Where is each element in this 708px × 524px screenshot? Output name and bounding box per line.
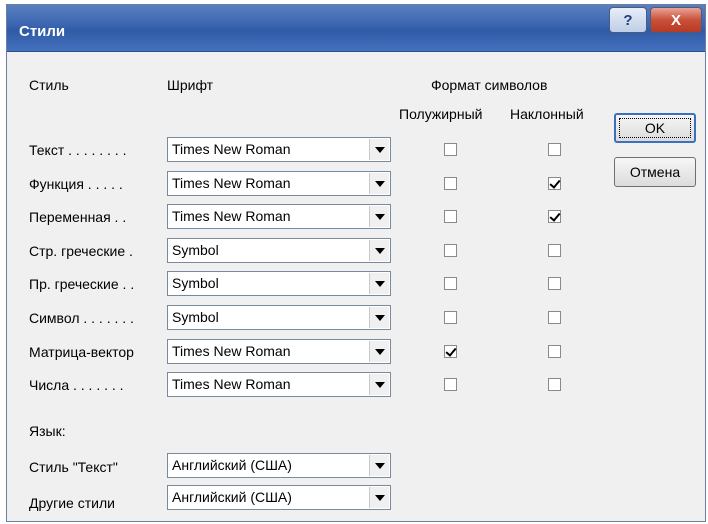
cancel-button-label: Отмена (629, 164, 681, 180)
styles-dialog: Стили ? X Стиль Шрифт Формат символов По… (6, 4, 706, 522)
font-select[interactable]: Times New Roman (167, 171, 391, 196)
bold-checkbox[interactable] (444, 345, 457, 358)
other-styles-language-value: Английский (США) (172, 489, 292, 505)
style-row-label: Матрица-вектор (29, 344, 134, 360)
italic-checkbox[interactable] (548, 143, 561, 156)
font-column-header: Шрифт (167, 77, 214, 93)
font-select[interactable]: Times New Roman (167, 339, 391, 364)
bold-checkbox[interactable] (444, 143, 457, 156)
chevron-down-icon[interactable] (369, 173, 389, 194)
dialog-title: Стили (19, 23, 66, 40)
style-row-label: Функция . . . . . (29, 176, 123, 192)
ok-button[interactable]: OK (614, 113, 696, 143)
chevron-down-icon[interactable] (369, 240, 389, 261)
font-select[interactable]: Symbol (167, 271, 391, 296)
help-icon: ? (623, 11, 633, 29)
font-select-value: Symbol (172, 275, 219, 291)
italic-checkbox[interactable] (548, 277, 561, 290)
bold-checkbox[interactable] (444, 311, 457, 324)
bold-checkbox[interactable] (444, 277, 457, 290)
style-row-label: Числа . . . . . . . (29, 377, 124, 393)
format-header: Формат символов (431, 77, 548, 93)
bold-checkbox[interactable] (444, 210, 457, 223)
bold-column-header: Полужирный (399, 106, 483, 122)
italic-checkbox[interactable] (548, 210, 561, 223)
style-row-label: Стр. греческие . (29, 243, 133, 259)
style-row-label: Переменная . . (29, 209, 127, 225)
style-row-label: Символ . . . . . . . (29, 310, 134, 326)
font-select-value: Symbol (172, 242, 219, 258)
bold-checkbox[interactable] (444, 244, 457, 257)
italic-checkbox[interactable] (548, 378, 561, 391)
chevron-down-icon[interactable] (369, 139, 389, 160)
other-styles-language-select[interactable]: Английский (США) (167, 485, 391, 510)
cancel-button[interactable]: Отмена (614, 157, 696, 187)
font-select[interactable]: Symbol (167, 238, 391, 263)
font-select[interactable]: Times New Roman (167, 372, 391, 397)
font-select-value: Times New Roman (172, 376, 291, 392)
chevron-down-icon[interactable] (369, 455, 389, 476)
italic-checkbox[interactable] (548, 244, 561, 257)
font-select-value: Times New Roman (172, 175, 291, 191)
close-icon: X (670, 11, 681, 29)
title-bar: Стили ? X (7, 5, 705, 52)
font-select-value: Times New Roman (172, 141, 291, 157)
font-select[interactable]: Times New Roman (167, 204, 391, 229)
text-style-language-select[interactable]: Английский (США) (167, 453, 391, 478)
chevron-down-icon[interactable] (369, 487, 389, 508)
italic-checkbox[interactable] (548, 177, 561, 190)
bold-checkbox[interactable] (444, 177, 457, 190)
italic-column-header: Наклонный (510, 106, 584, 122)
chevron-down-icon[interactable] (369, 374, 389, 395)
font-select-value: Symbol (172, 309, 219, 325)
help-button[interactable]: ? (609, 7, 647, 33)
chevron-down-icon[interactable] (369, 341, 389, 362)
text-style-language-value: Английский (США) (172, 457, 292, 473)
text-style-language-label: Стиль "Текст" (29, 459, 118, 475)
language-heading: Язык: (29, 423, 66, 439)
focus-rect (619, 118, 691, 138)
chevron-down-icon[interactable] (369, 206, 389, 227)
font-select-value: Times New Roman (172, 343, 291, 359)
style-column-header: Стиль (29, 77, 69, 93)
chevron-down-icon[interactable] (369, 273, 389, 294)
italic-checkbox[interactable] (548, 345, 561, 358)
font-select[interactable]: Symbol (167, 305, 391, 330)
style-row-label: Пр. греческие . . (29, 276, 135, 292)
bold-checkbox[interactable] (444, 378, 457, 391)
style-row-label: Текст . . . . . . . . (29, 142, 127, 158)
font-select-value: Times New Roman (172, 208, 291, 224)
close-button[interactable]: X (650, 7, 702, 33)
italic-checkbox[interactable] (548, 311, 561, 324)
other-styles-language-label: Другие стили (29, 495, 115, 511)
font-select[interactable]: Times New Roman (167, 137, 391, 162)
chevron-down-icon[interactable] (369, 307, 389, 328)
